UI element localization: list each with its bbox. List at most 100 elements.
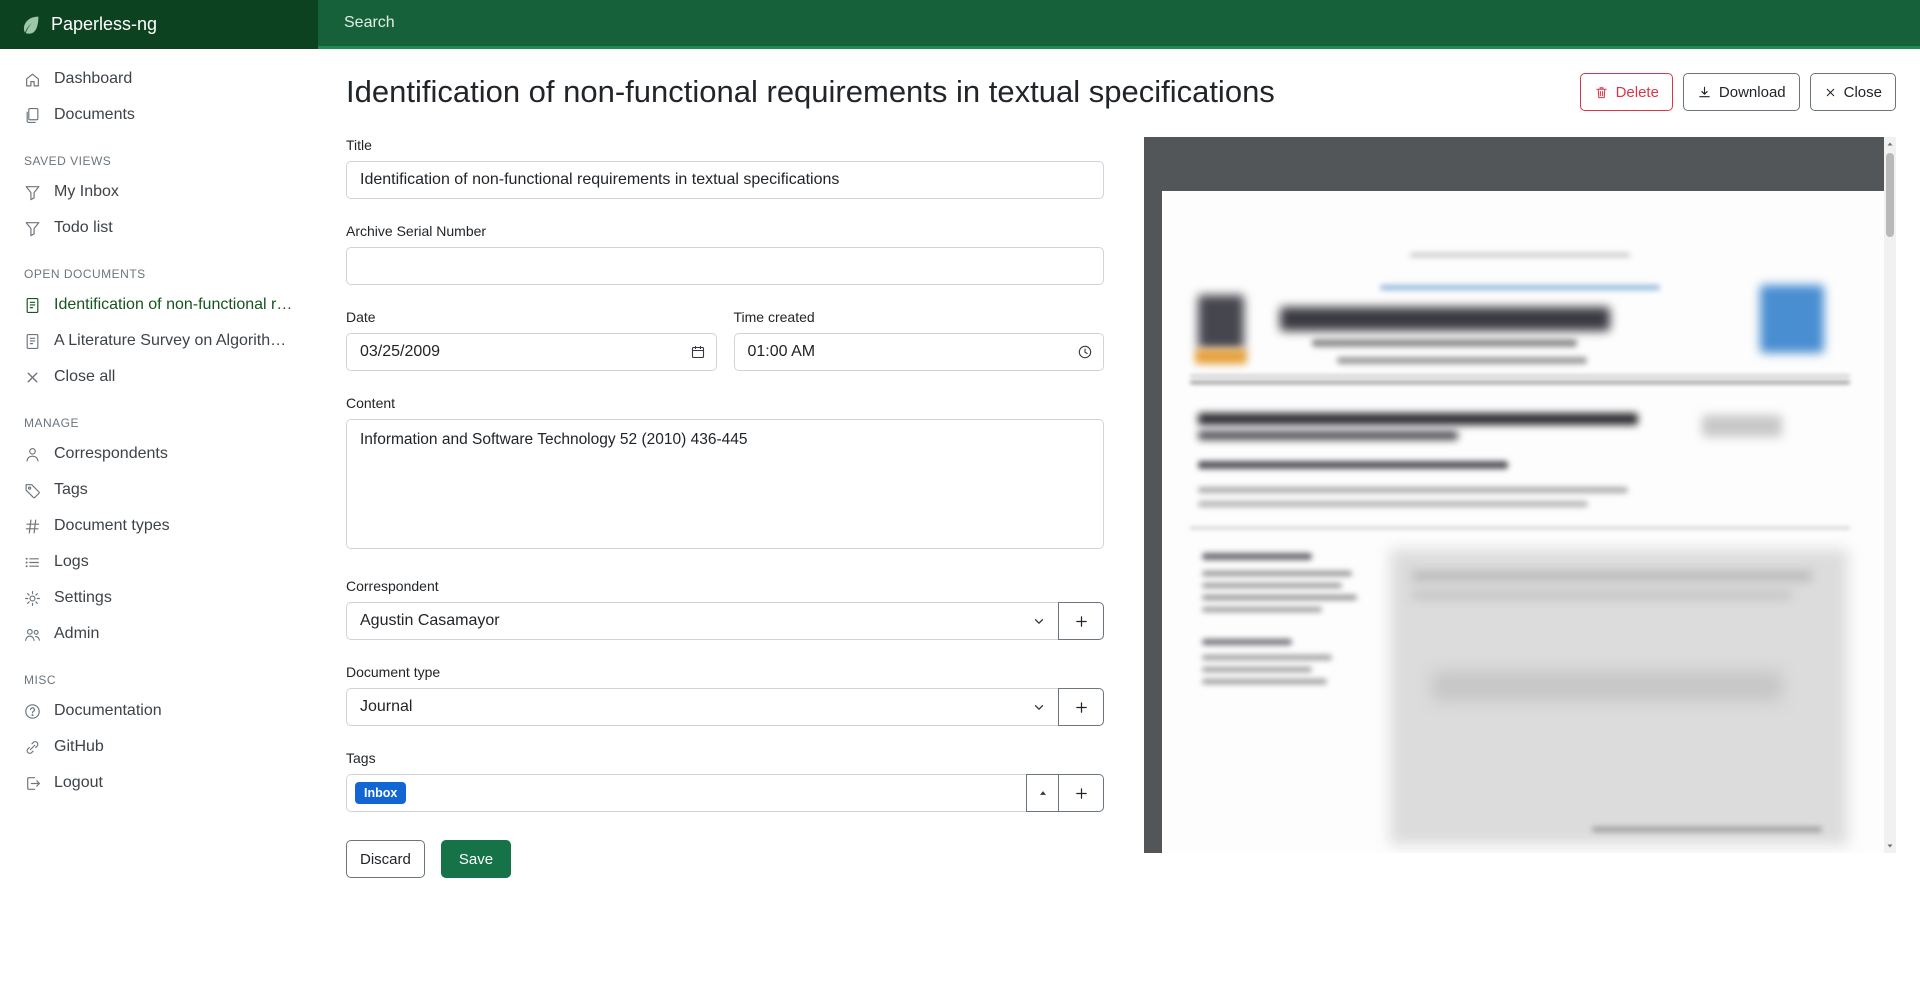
clock-icon[interactable] <box>1077 344 1093 360</box>
delete-button[interactable]: Delete <box>1580 73 1673 111</box>
sidebar-item-document-types[interactable]: Document types <box>0 508 318 544</box>
document-type-select[interactable]: Journal <box>346 688 1059 726</box>
blurred-affiliation-2 <box>1198 501 1588 507</box>
calendar-icon[interactable] <box>690 344 706 360</box>
page-title: Identification of non-functional require… <box>346 74 1275 110</box>
scroll-down-arrow-icon[interactable] <box>1884 839 1896 853</box>
manage-header: MANAGE <box>0 395 318 436</box>
discard-button[interactable]: Discard <box>346 840 425 878</box>
link-icon <box>24 739 41 756</box>
plus-icon <box>1074 786 1089 801</box>
download-button[interactable]: Download <box>1683 73 1800 111</box>
misc-header: MISC <box>0 652 318 693</box>
scroll-up-arrow-icon[interactable] <box>1884 137 1896 151</box>
blurred-publisher-logo-orange <box>1195 349 1247 364</box>
add-tag-button[interactable] <box>1058 774 1104 812</box>
pdf-preview <box>1144 137 1896 853</box>
blurred-article-info-heading <box>1202 553 1312 560</box>
sidebar-open-document-other[interactable]: A Literature Survey on Algorithms for Mu… <box>0 323 318 359</box>
sidebar-item-documentation[interactable]: Documentation <box>0 693 318 729</box>
add-document-type-button[interactable] <box>1058 688 1104 726</box>
blurred-authors-line <box>1198 461 1508 469</box>
blurred-article-info-line <box>1202 571 1352 576</box>
search-input[interactable] <box>318 0 1920 46</box>
sidebar-item-admin[interactable]: Admin <box>0 616 318 652</box>
asn-input[interactable] <box>346 247 1104 285</box>
title-label: Title <box>346 137 1104 153</box>
blurred-paper-subtitle <box>1198 431 1458 440</box>
content-field-group: Content Information and Software Technol… <box>346 395 1104 554</box>
blurred-footer-line <box>1592 827 1822 832</box>
asn-field-group: Archive Serial Number <box>346 223 1104 285</box>
sidebar-item-logs[interactable]: Logs <box>0 544 318 580</box>
preview-scrollbar[interactable] <box>1884 137 1896 853</box>
blurred-article-info-line <box>1202 583 1342 588</box>
title-input[interactable] <box>346 161 1104 199</box>
caret-up-icon <box>1037 787 1049 799</box>
title-field-group: Title <box>346 137 1104 199</box>
blurred-masthead-link <box>1380 285 1660 290</box>
chevron-down-icon <box>1032 700 1046 714</box>
blurred-paper-title <box>1198 413 1638 425</box>
tags-dropdown-button[interactable] <box>1026 774 1059 812</box>
blurred-article-info-line <box>1202 595 1357 600</box>
blurred-abstract-smudge <box>1412 591 1792 599</box>
list-icon <box>24 554 41 571</box>
sidebar-item-dashboard[interactable]: Dashboard <box>0 61 318 97</box>
content-row: Title Archive Serial Number Date <box>346 137 1896 878</box>
files-icon <box>24 107 41 124</box>
blurred-publisher-logo <box>1198 295 1244 349</box>
sidebar-item-correspondents[interactable]: Correspondents <box>0 436 318 472</box>
sidebar-item-label: My Inbox <box>54 183 119 201</box>
close-button[interactable]: Close <box>1810 73 1896 111</box>
date-time-row: Date Time created <box>346 309 1104 395</box>
file-text-icon <box>24 333 41 350</box>
close-button-label: Close <box>1844 84 1882 101</box>
correspondent-select[interactable]: Agustin Casamayor <box>346 602 1059 640</box>
paperless-leaf-icon <box>20 14 41 35</box>
saved-views-header: SAVED VIEWS <box>0 133 318 174</box>
sidebar-item-logout[interactable]: Logout <box>0 765 318 801</box>
hash-icon <box>24 518 41 535</box>
sidebar-item-documents[interactable]: Documents <box>0 97 318 133</box>
asn-label: Archive Serial Number <box>346 223 1104 239</box>
sidebar-item-label: Documents <box>54 106 135 124</box>
funnel-icon <box>24 220 41 237</box>
brand-home-link[interactable]: Paperless-ng <box>0 0 318 49</box>
document-detail-page: Identification of non-functional require… <box>318 49 1920 981</box>
sidebar-item-github[interactable]: GitHub <box>0 729 318 765</box>
blurred-update-badge <box>1702 415 1782 437</box>
pdf-page <box>1162 191 1884 853</box>
chevron-down-icon <box>1032 614 1046 628</box>
add-correspondent-button[interactable] <box>1058 602 1104 640</box>
sidebar-item-label: Documentation <box>54 702 162 720</box>
sidebar-item-my-inbox[interactable]: My Inbox <box>0 174 318 210</box>
date-input[interactable] <box>346 333 717 371</box>
sidebar-open-document-current[interactable]: Identification of non-functional require… <box>0 287 318 323</box>
sidebar-item-label: Identification of non-functional require… <box>54 296 294 314</box>
time-created-input[interactable] <box>734 333 1105 371</box>
document-type-selected-value: Journal <box>360 698 412 716</box>
content-label: Content <box>346 395 1104 411</box>
sidebar-item-label: Todo list <box>54 219 113 237</box>
sidebar-item-label: Settings <box>54 589 112 607</box>
sidebar-item-settings[interactable]: Settings <box>0 580 318 616</box>
open-documents-header: OPEN DOCUMENTS <box>0 246 318 287</box>
tags-input[interactable]: Inbox <box>346 774 1027 812</box>
sidebar-item-tags[interactable]: Tags <box>0 472 318 508</box>
search-bar <box>318 0 1920 49</box>
blurred-journal-title <box>1280 307 1610 331</box>
sidebar-item-close-all[interactable]: Close all <box>0 359 318 395</box>
blurred-keyword-line <box>1202 667 1312 672</box>
preview-scrollbar-thumb[interactable] <box>1886 153 1894 237</box>
sidebar: Dashboard Documents SAVED VIEWS My Inbox… <box>0 49 318 981</box>
page-header: Identification of non-functional require… <box>346 73 1896 111</box>
tag-badge-inbox[interactable]: Inbox <box>355 782 406 805</box>
download-icon <box>1697 85 1712 100</box>
save-button[interactable]: Save <box>441 840 511 878</box>
close-icon <box>24 369 41 386</box>
close-x-icon <box>1824 86 1837 99</box>
sidebar-item-label: Logs <box>54 553 89 571</box>
content-textarea[interactable]: Information and Software Technology 52 (… <box>346 419 1104 549</box>
sidebar-item-todo-list[interactable]: Todo list <box>0 210 318 246</box>
